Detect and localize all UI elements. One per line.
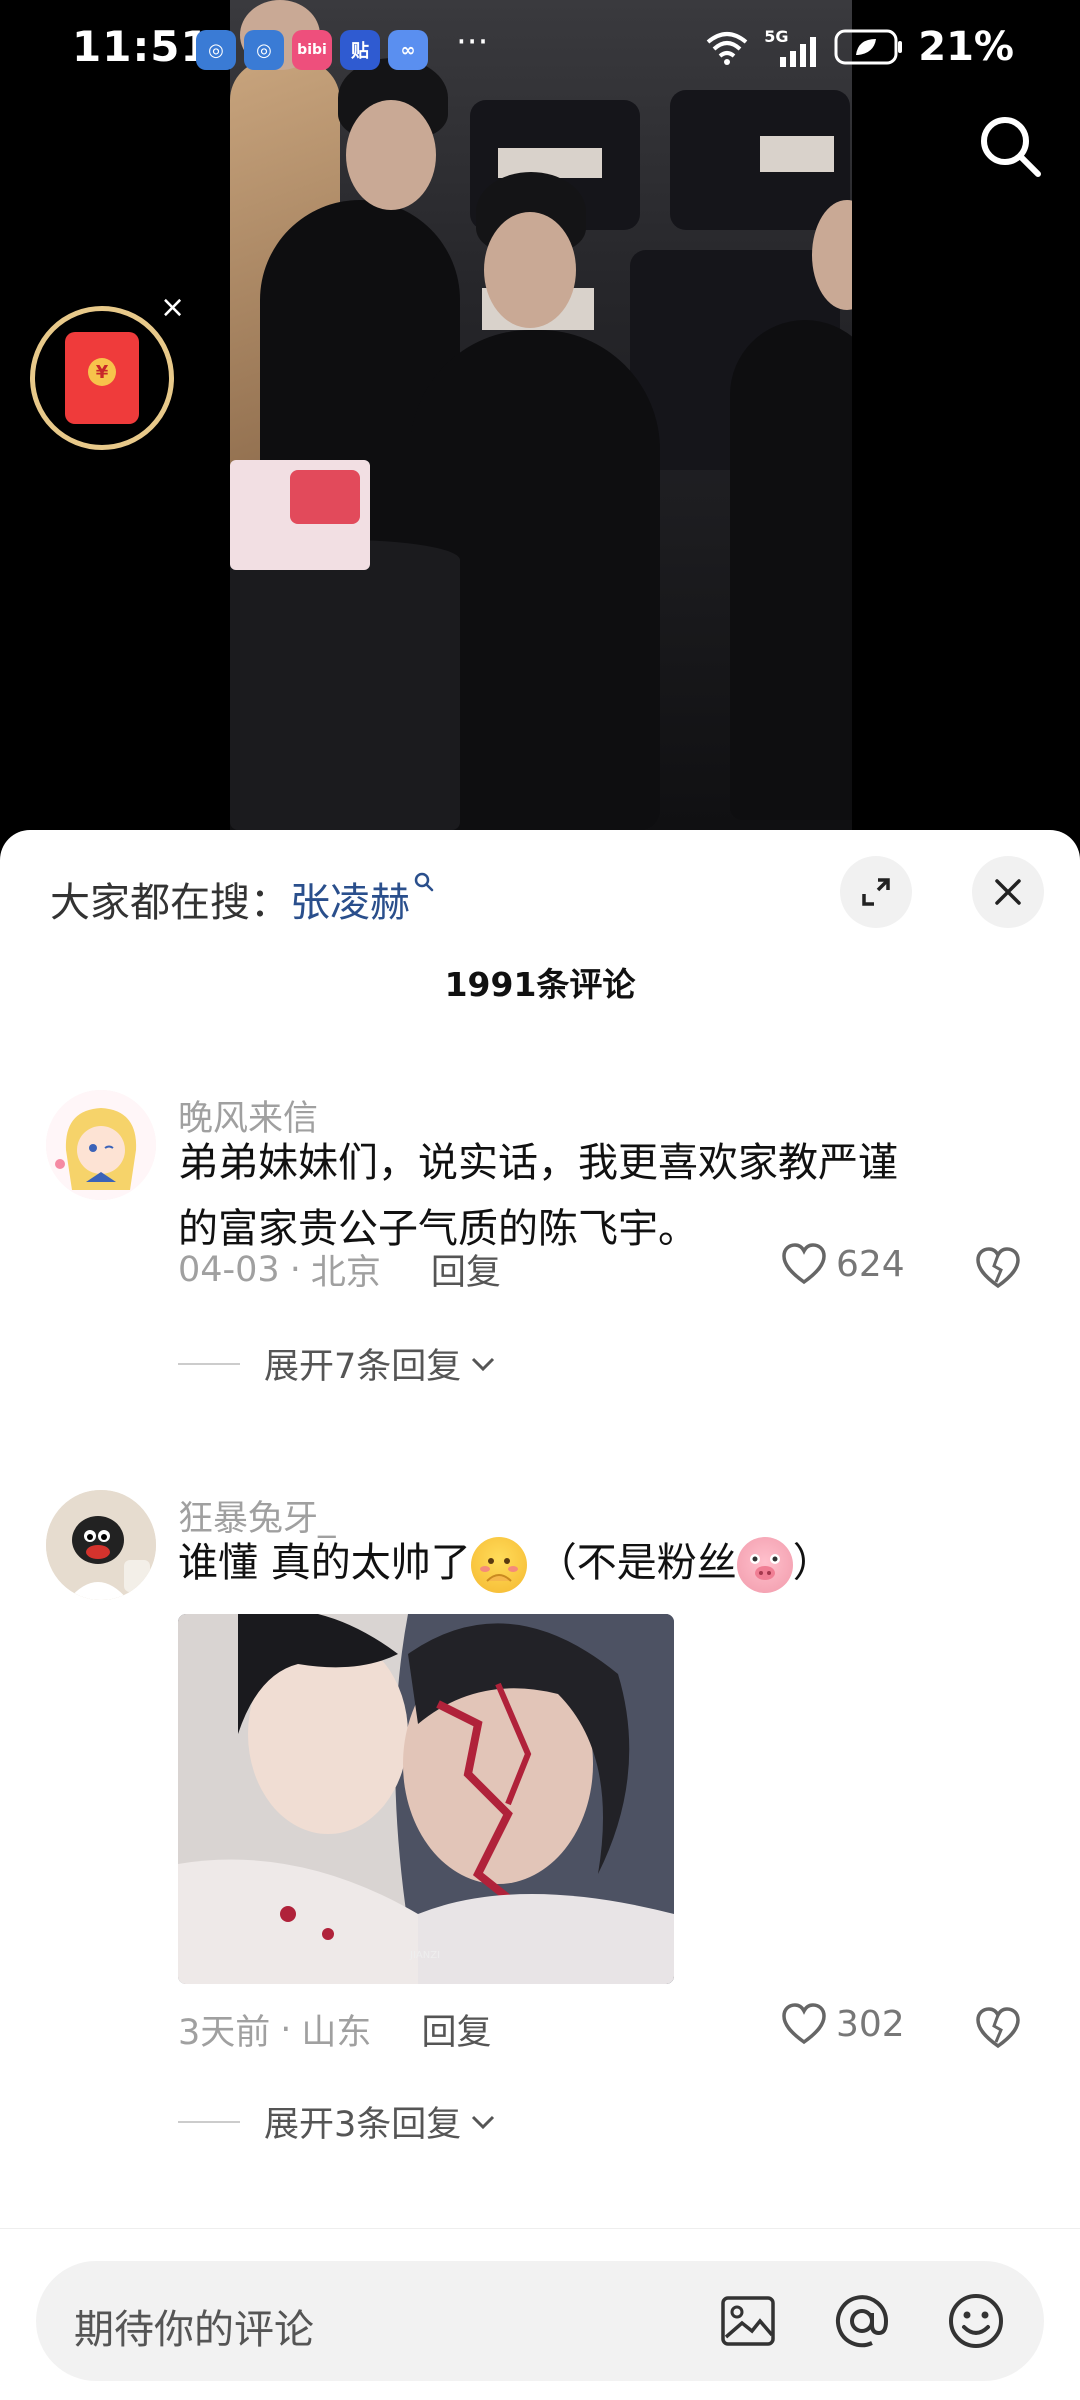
video-promo-box [290,470,360,524]
video-figure-man-head [346,100,436,210]
video-figure-man [730,320,852,820]
avatar[interactable] [46,1090,156,1200]
status-right-group: 5G 21% [704,24,1014,70]
video-seat-card [760,136,834,172]
battery-icon [834,29,903,65]
chevron-down-icon [472,1357,495,1371]
close-icon [995,879,1021,905]
expand-replies-button[interactable]: 展开7条回复 [178,1338,499,1389]
expand-replies-button[interactable]: 展开3条回复 [178,2096,499,2147]
video-player[interactable]: 11:51 ◎ ◎ bibi 贴 ∞ ··· 5G 21% ¥ × [0,0,1080,840]
heart-icon [782,1243,826,1285]
video-frame[interactable] [230,0,852,830]
comment-meta: 3天前 · 山东 回复 [178,2004,491,2055]
chevron-down-icon [472,2115,495,2129]
comment-text-part: 谁懂 真的太帅了 [178,1540,471,1586]
red-packet-coin: ¥ [88,358,116,386]
trending-search[interactable]: 大家都在搜：张凌赫 [50,870,436,928]
like-button[interactable]: 624 [780,1242,905,1286]
like-count: 302 [836,2003,905,2045]
wifi-icon [706,32,748,65]
small-search-icon [414,872,434,892]
signal-icon [780,37,817,67]
expand-replies-label: 展开7条回复 [264,1347,462,1387]
broken-heart-icon [976,2007,1020,2049]
red-packet-button[interactable]: ¥ [30,306,174,450]
reply-button[interactable]: 回复 [431,1244,501,1295]
divider-line [178,2120,240,2123]
at-sign-icon [836,2295,889,2348]
status-time: 11:51 [72,22,211,71]
meta-dot: · [289,1249,301,1290]
comments-sheet: 大家都在搜：张凌赫 1991条评论 晚风来信 弟弟妹妹们，说实话，我更喜欢家教严… [0,830,1080,2400]
video-figure-man-head [484,212,576,328]
battery-percent: 21% [918,24,1014,70]
comment-image-picture [178,1614,674,1984]
comment-location: 山东 [301,2013,372,2053]
mention-button[interactable] [826,2285,898,2357]
avatar-penguin-icon [46,1490,156,1600]
reply-button[interactable]: 回复 [421,2004,491,2055]
like-button[interactable]: 302 [780,2002,905,2046]
pig-emoji-icon [736,1537,793,1593]
status-more-icon: ··· [456,22,489,62]
bilibili-notification-icon: bibi [292,30,332,70]
shy-emoji-icon [470,1537,527,1593]
comment-meta: 04-03 · 北京 回复 [178,1244,501,1295]
image-icon [721,2296,775,2346]
tieba-notification-icon: 贴 [340,30,380,70]
image-watermark: JIANZI [410,1950,441,1961]
red-packet-close-button[interactable]: × [160,290,185,325]
avatar[interactable] [46,1490,156,1600]
image-picker-button[interactable] [712,2285,784,2357]
emoji-picker-button[interactable] [940,2285,1012,2357]
smiley-icon [949,2294,1003,2348]
app-notification-icon: ◎ [196,30,236,70]
comment-item: 晚风来信 弟弟妹妹们，说实话，我更喜欢家教严谨 的富家贵公子气质的陈飞宇。 04… [0,1090,1080,1450]
comment-item: 狂暴兔牙_ 谁懂 真的太帅了 （不是粉丝 ） JIANZI 3天前 · 山东 回… [0,1490,1080,2250]
search-button[interactable] [974,110,1046,182]
status-notification-icons: ◎ ◎ bibi 贴 ∞ [196,30,428,70]
comment-text-line: 弟弟妹妹们，说实话，我更喜欢家教严谨 [178,1140,898,1186]
divider-line [178,1362,240,1365]
comment-count: 1991条评论 [444,965,636,1004]
comment-location: 北京 [310,1253,381,1293]
comment-text: 谁懂 真的太帅了 （不是粉丝 ） [178,1530,1018,1596]
comment-text-part: （不是粉丝 [536,1540,737,1586]
comment-date: 3天前 [178,2013,271,2053]
app-notification-icon: ∞ [388,30,428,70]
comment-date: 04-03 [178,1249,280,1290]
expand-icon [862,878,890,906]
comment-input-placeholder: 期待你的评论 [74,2307,314,2353]
signal-group: 5G [764,27,820,67]
expand-replies-label: 展开3条回复 [264,2105,462,2145]
comment-input[interactable]: 期待你的评论 [36,2261,1044,2381]
like-count: 624 [836,1243,905,1285]
video-table [230,540,460,830]
search-icon [981,117,1041,177]
comment-input-bar: 期待你的评论 [0,2228,1080,2400]
trending-label: 大家都在搜： [50,880,290,926]
broken-heart-icon [976,1247,1020,1289]
status-bar: 11:51 ◎ ◎ bibi 贴 ∞ ··· 5G 21% [0,0,1080,104]
comment-image[interactable]: JIANZI [178,1614,674,1984]
avatar-anime-girl-icon [46,1090,156,1200]
heart-icon [782,2003,826,2045]
red-packet-icon: ¥ [65,332,139,424]
trending-keyword[interactable]: 张凌赫 [290,880,410,926]
close-sheet-button[interactable] [972,856,1044,928]
app-notification-icon: ◎ [244,30,284,70]
dislike-button[interactable] [974,2006,1022,2054]
dislike-button[interactable] [974,1246,1022,1294]
comment-text-part: ） [792,1540,833,1586]
meta-dot: · [280,2009,292,2050]
expand-fullscreen-button[interactable] [840,856,912,928]
